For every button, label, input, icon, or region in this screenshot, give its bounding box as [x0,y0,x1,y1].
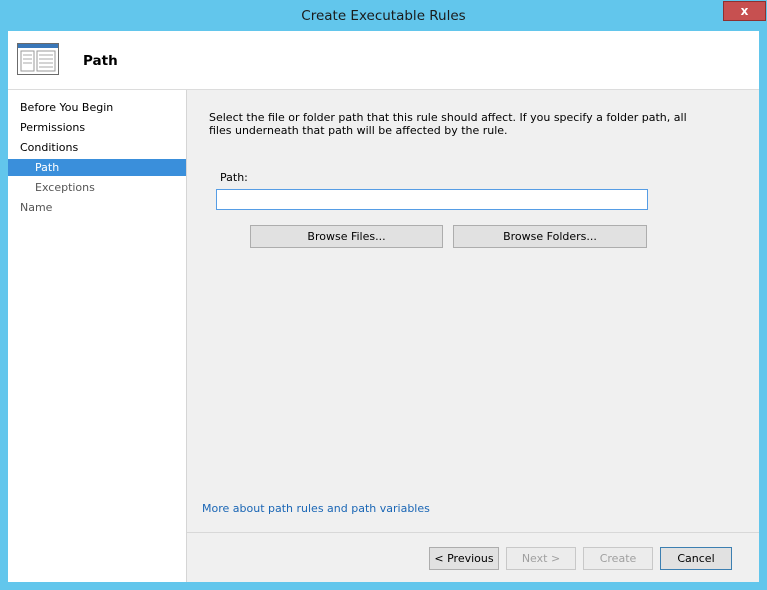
sidebar-item-path[interactable]: Path [8,159,186,176]
browse-folders-button[interactable]: Browse Folders... [453,225,647,248]
sidebar-item-exceptions[interactable]: Exceptions [8,179,186,196]
close-button[interactable]: x [723,1,766,21]
sidebar-item-permissions[interactable]: Permissions [8,119,186,136]
path-description: Select the file or folder path that this… [209,111,687,137]
more-about-path-rules-link[interactable]: More about path rules and path variables [202,502,430,515]
cancel-button[interactable]: Cancel [660,547,732,570]
next-button[interactable]: Next > [506,547,576,570]
browse-files-button[interactable]: Browse Files... [250,225,443,248]
previous-button[interactable]: < Previous [429,547,499,570]
window-title: Create Executable Rules [301,8,466,24]
footer-divider [187,532,759,533]
path-input[interactable] [216,189,648,210]
sidebar-item-conditions[interactable]: Conditions [8,139,186,156]
wizard-steps-sidebar: Before You Begin Permissions Conditions … [8,90,187,582]
wizard-content: Select the file or folder path that this… [187,90,759,582]
create-executable-rules-window: Create Executable Rules x Path Before Yo… [0,0,767,590]
close-icon: x [740,4,749,18]
sidebar-item-before-you-begin[interactable]: Before You Begin [8,99,186,116]
path-label: Path: [220,171,248,184]
page-title: Path [83,53,118,69]
title-bar[interactable]: Create Executable Rules x [0,0,767,31]
sidebar-item-name[interactable]: Name [8,199,186,216]
create-button[interactable]: Create [583,547,653,570]
wizard-header: Path [8,31,759,90]
window-list-icon [17,43,59,75]
